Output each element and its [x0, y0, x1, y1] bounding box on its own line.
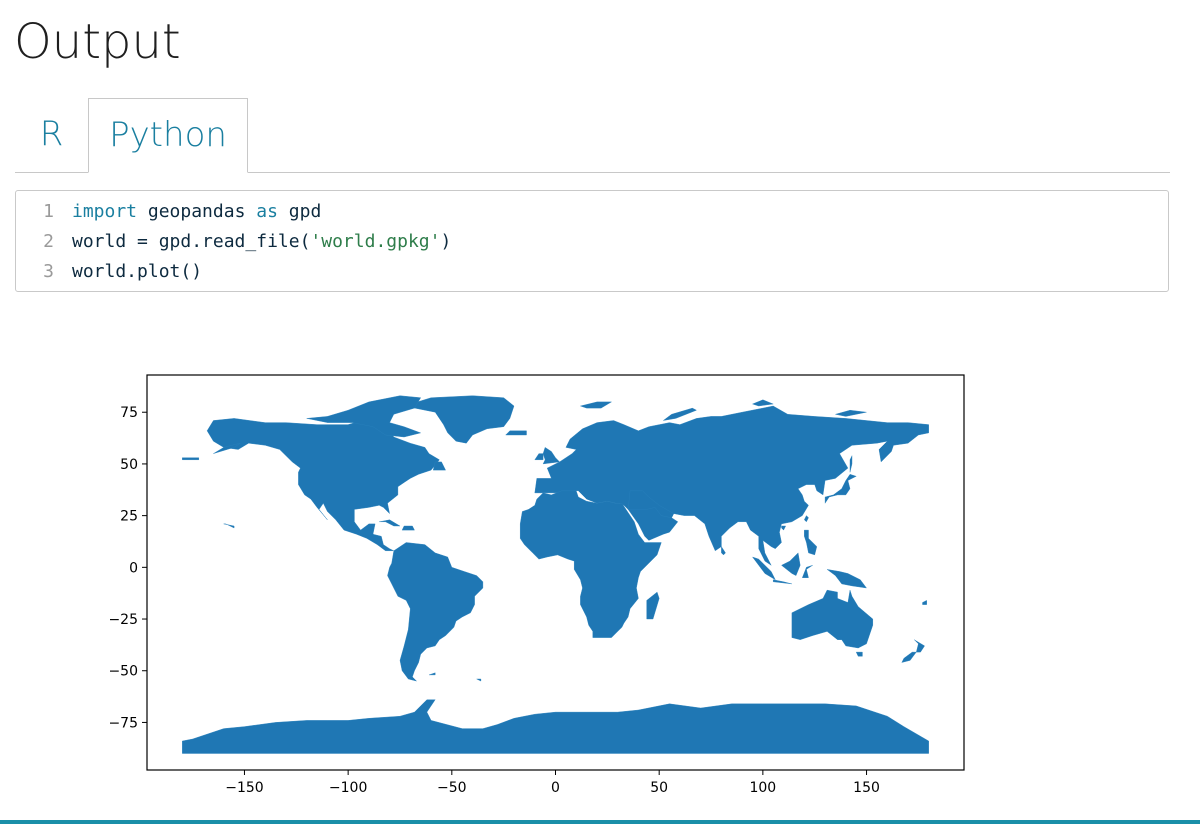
- tab-r[interactable]: R: [15, 98, 88, 172]
- code-keyword: import: [72, 201, 138, 222]
- region-philippines: [804, 529, 818, 556]
- region-sri-lanka: [721, 545, 726, 556]
- region-australia: [791, 589, 873, 649]
- code-text: geopandas: [137, 201, 257, 222]
- line-number: 3: [43, 261, 54, 282]
- region-hispaniola: [401, 525, 415, 531]
- code-block: 1 import geopandas as gpd 2 world = gpd.rea…: [15, 190, 1169, 292]
- region-hainan: [781, 525, 787, 531]
- y-tick-label: −50: [108, 664, 138, 680]
- region-south-georgia: [476, 678, 482, 682]
- region-cuba: [379, 519, 401, 527]
- code-string: 'world.gpkg': [310, 231, 441, 252]
- page-title: Output: [14, 14, 181, 70]
- region-fiji: [922, 600, 927, 605]
- region-madagascar: [646, 591, 660, 620]
- region-greenland: [404, 395, 515, 444]
- region-falklands: [428, 672, 436, 676]
- line-number: 1: [43, 201, 54, 222]
- region-new-siberian-is: [835, 409, 867, 417]
- world-map-plot: −150 −100 −50 0 50 100 150 75 50 25 0 −25 −50 −75: [108, 374, 965, 796]
- line-number: 2: [43, 231, 54, 252]
- code-text: ): [440, 231, 452, 252]
- region-british-isles: [542, 447, 561, 465]
- region-aleutians: [182, 457, 199, 460]
- region-iceland: [505, 430, 527, 436]
- code-text: gpd: [277, 201, 322, 222]
- region-svalbard: [579, 401, 613, 409]
- region-south-america: [387, 542, 484, 682]
- x-tick-label: 100: [749, 780, 776, 796]
- x-tick-label: −150: [225, 780, 263, 796]
- region-new-zealand-south: [901, 651, 917, 663]
- x-tick-label: −100: [329, 780, 367, 796]
- region-severnaya-zemlya: [751, 399, 774, 407]
- region-sumatra: [751, 556, 776, 581]
- code-text: world = gpd.read_file(: [72, 231, 311, 252]
- y-tick-label: 25: [120, 509, 138, 525]
- y-tick-label: 50: [120, 457, 138, 473]
- tab-python[interactable]: Python: [88, 98, 248, 173]
- y-tick-label: 0: [129, 560, 138, 576]
- region-ireland: [534, 453, 544, 460]
- map-regions: [182, 395, 929, 754]
- code-line: 2 world = gpd.read_file('world.gpkg'): [16, 227, 1168, 257]
- x-tick-label: 0: [551, 780, 560, 796]
- region-newfoundland: [432, 461, 446, 471]
- region-north-america: [206, 418, 440, 551]
- y-tick-label: −25: [108, 612, 138, 628]
- region-antarctica: [182, 699, 929, 754]
- code-keyword: as: [256, 201, 278, 222]
- x-tick-label: −50: [437, 780, 467, 796]
- region-new-zealand-north: [914, 639, 925, 653]
- code-line: 1 import geopandas as gpd: [16, 197, 1168, 227]
- code-line: 3 world.plot(): [16, 257, 1168, 287]
- y-tick-label: −75: [108, 715, 138, 731]
- language-tab-bar: R Python: [15, 98, 1170, 173]
- region-hawaii: [223, 523, 235, 529]
- x-tick-label: 50: [650, 780, 668, 796]
- region-new-guinea: [826, 569, 867, 589]
- region-borneo: [781, 552, 801, 576]
- x-tick-label: 150: [853, 780, 880, 796]
- bottom-divider: [0, 820, 1200, 824]
- region-tasmania: [855, 651, 863, 657]
- region-sulawesi: [802, 565, 813, 578]
- region-novaya-zemlya: [663, 407, 697, 421]
- region-sakhalin: [849, 455, 853, 473]
- region-java: [773, 579, 792, 585]
- code-text: world.plot(): [72, 261, 203, 282]
- y-tick-label: 75: [120, 405, 138, 421]
- region-taiwan: [804, 515, 809, 523]
